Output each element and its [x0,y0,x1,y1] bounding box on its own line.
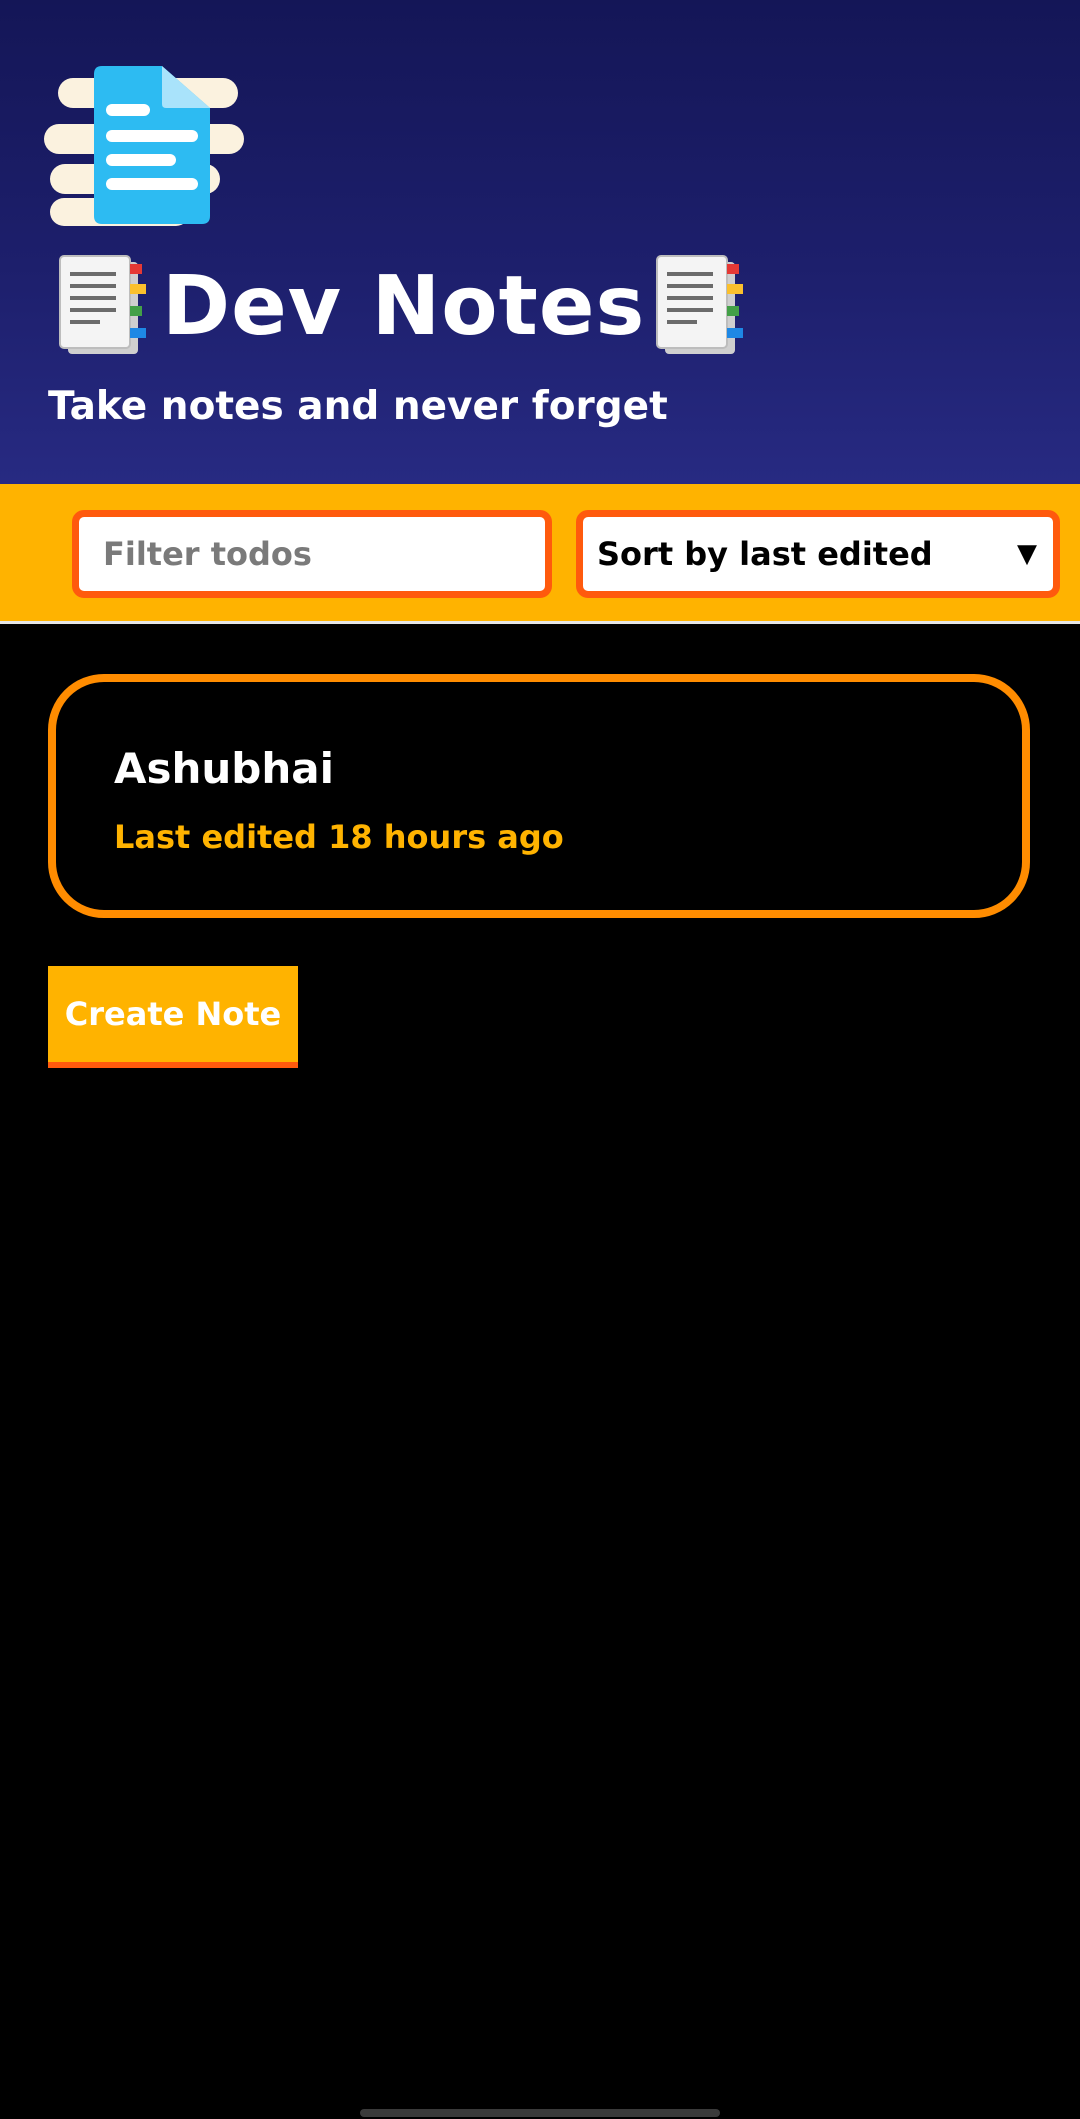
create-note-button[interactable]: Create Note [48,966,298,1068]
home-indicator [360,2109,720,2117]
note-card[interactable]: Ashubhai Last edited 18 hours ago [48,674,1030,918]
caret-down-icon: ▼ [1017,539,1037,569]
title-row: Dev Notes [56,252,751,362]
note-last-edited: Last edited 18 hours ago [114,818,564,856]
notepad-icon [59,255,146,354]
filter-toolbar: Sort by last edited ▼ [0,484,1080,624]
note-title: Ashubhai [114,744,335,793]
app-subtitle: Take notes and never forget [48,384,668,429]
document-lines-icon [44,66,244,226]
app-title: Dev Notes [162,259,646,354]
sort-selected-value: Sort by last edited [597,535,933,573]
app-header: Dev Notes Take notes and never forget [0,0,1080,484]
sort-select[interactable]: Sort by last edited ▼ [576,510,1060,598]
filter-input[interactable] [72,510,552,598]
notepad-icon [656,255,744,354]
